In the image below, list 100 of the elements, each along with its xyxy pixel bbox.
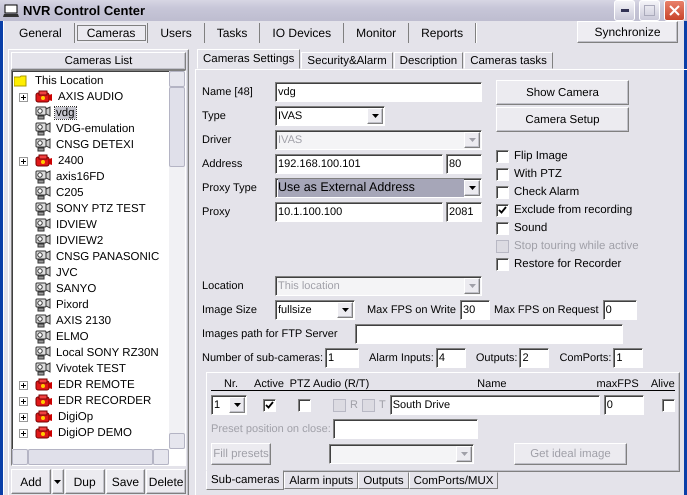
dropdown[interactable]: Use as External Address	[275, 178, 482, 198]
synchronize-button[interactable]: Synchronize	[577, 21, 678, 43]
input-field[interactable]	[332, 419, 478, 439]
dropdown[interactable]	[329, 444, 474, 464]
input-field[interactable]: 2	[519, 348, 550, 368]
camera-icon	[35, 250, 51, 264]
tree-item[interactable]: Local SONY RZ30N	[55, 347, 160, 359]
tab[interactable]: Cameras tasks	[464, 52, 553, 69]
checkbox[interactable]	[496, 168, 509, 180]
port-field[interactable]: 2081	[446, 202, 482, 222]
close-button[interactable]	[664, 0, 685, 21]
expand-icon[interactable]	[19, 156, 28, 166]
horizontal-scrollbar[interactable]	[12, 449, 169, 465]
tree-item[interactable]: IDVIEW	[55, 219, 98, 231]
input-field[interactable]: vdg	[275, 82, 482, 102]
column-header: Name	[476, 378, 508, 390]
input-field[interactable]: 10.1.100.100	[275, 202, 443, 222]
tree-item[interactable]: AXIS AUDIO	[57, 91, 124, 103]
camera-icon	[35, 346, 51, 360]
tree-item[interactable]: SONY PTZ TEST	[55, 203, 147, 215]
dropdown[interactable]: fullsize	[275, 300, 355, 320]
vertical-scrollbar[interactable]	[169, 71, 185, 449]
input-field[interactable]: South Drive	[390, 395, 600, 415]
camera-icon	[35, 186, 51, 200]
checkbox[interactable]	[496, 150, 509, 162]
add-button[interactable]: Add	[11, 469, 51, 494]
tab[interactable]: Monitor	[344, 23, 410, 43]
column-header: Alive	[650, 378, 675, 390]
field-label: Preset position on close:	[211, 423, 331, 435]
port-field[interactable]: 80	[446, 154, 482, 174]
tab[interactable]: Description	[394, 52, 464, 69]
tree-item[interactable]: AXIS 2130	[55, 315, 112, 327]
expand-icon[interactable]	[19, 380, 28, 390]
checkbox[interactable]	[298, 398, 311, 412]
tab[interactable]: Sub-cameras	[206, 470, 284, 490]
tree-item[interactable]: Vivotek TEST	[55, 363, 127, 375]
input-field[interactable]: 1	[613, 348, 644, 368]
camera-group-icon	[35, 378, 53, 392]
tree-item[interactable]: VDG-emulation	[55, 123, 136, 135]
list-button[interactable]: Save	[106, 469, 146, 494]
computer-icon	[3, 4, 19, 18]
field-label: Location	[202, 280, 245, 292]
camera-button[interactable]: Show Camera	[496, 80, 629, 105]
input-field[interactable]: 1	[325, 348, 360, 368]
input-field[interactable]: 192.168.100.101	[275, 154, 443, 174]
expand-icon[interactable]	[19, 396, 28, 406]
field-label: Max FPS on Request	[494, 304, 599, 316]
checkbox[interactable]	[662, 398, 675, 412]
tree-item[interactable]: JVC	[55, 267, 79, 279]
input-field[interactable]	[354, 324, 623, 344]
checkbox[interactable]	[496, 186, 509, 198]
tab[interactable]: ComPorts/MUX	[408, 472, 498, 489]
tree-item[interactable]: DigiOP DEMO	[57, 427, 133, 439]
tab[interactable]: Tasks	[204, 23, 260, 43]
tree-item[interactable]: IDVIEW2	[55, 235, 104, 247]
input-field[interactable]: 0	[604, 395, 644, 415]
checkbox[interactable]	[496, 204, 509, 216]
tree-item[interactable]: EDR REMOTE	[57, 379, 136, 391]
tree-item[interactable]: SANYO	[55, 283, 98, 295]
tree-item[interactable]: ELMO	[55, 331, 90, 343]
tree-item[interactable]: DigiOp	[57, 411, 94, 423]
tree-item[interactable]: vdg	[55, 107, 76, 119]
camera-icon	[35, 266, 51, 280]
list-button[interactable]: Delete	[146, 469, 186, 494]
tree-item[interactable]: axis16FD	[55, 171, 106, 183]
expand-icon[interactable]	[19, 92, 28, 102]
caret-icon	[468, 138, 476, 142]
tab[interactable]: Security&Alarm	[301, 52, 393, 69]
tab[interactable]: Cameras	[74, 23, 148, 43]
tree-item[interactable]: This Location	[34, 75, 104, 87]
input-field[interactable]: 0	[602, 300, 637, 320]
field-label: ComPorts:	[559, 352, 612, 364]
tab[interactable]: IO Devices	[260, 23, 344, 43]
tree-item[interactable]: CNSG PANASONIC	[55, 251, 160, 263]
checkbox[interactable]	[496, 258, 509, 270]
input-field[interactable]: 30	[460, 300, 490, 320]
checkbox[interactable]	[496, 222, 509, 234]
input-field[interactable]: 4	[436, 348, 466, 368]
field-label: Name [48]	[202, 86, 254, 98]
column-header: Nr.	[222, 378, 240, 390]
tree-item[interactable]: Pixord	[55, 299, 90, 311]
list-button[interactable]: Dup	[64, 469, 104, 494]
minimize-button[interactable]	[614, 0, 635, 21]
tree-item[interactable]: 2400	[57, 155, 85, 167]
camera-button[interactable]: Camera Setup	[496, 107, 629, 132]
tree-item[interactable]: CNSG DETEXI	[55, 139, 135, 151]
dropdown[interactable]: IVAS	[275, 106, 385, 126]
expand-icon[interactable]	[19, 412, 28, 422]
column-header: maxFPS	[596, 378, 639, 390]
checkbox[interactable]	[263, 398, 276, 412]
dropdown-button[interactable]	[52, 469, 64, 494]
tab[interactable]: Cameras Settings	[197, 49, 300, 69]
tree-item[interactable]: EDR RECORDER	[57, 395, 152, 407]
tree-item[interactable]: C205	[55, 187, 84, 199]
tab[interactable]: Reports	[409, 23, 476, 43]
expand-icon[interactable]	[19, 428, 28, 438]
dropdown[interactable]: 1	[211, 395, 247, 415]
tab[interactable]: Users	[148, 23, 205, 43]
tab[interactable]: Outputs	[358, 472, 409, 489]
tab[interactable]: Alarm inputs	[284, 472, 358, 489]
